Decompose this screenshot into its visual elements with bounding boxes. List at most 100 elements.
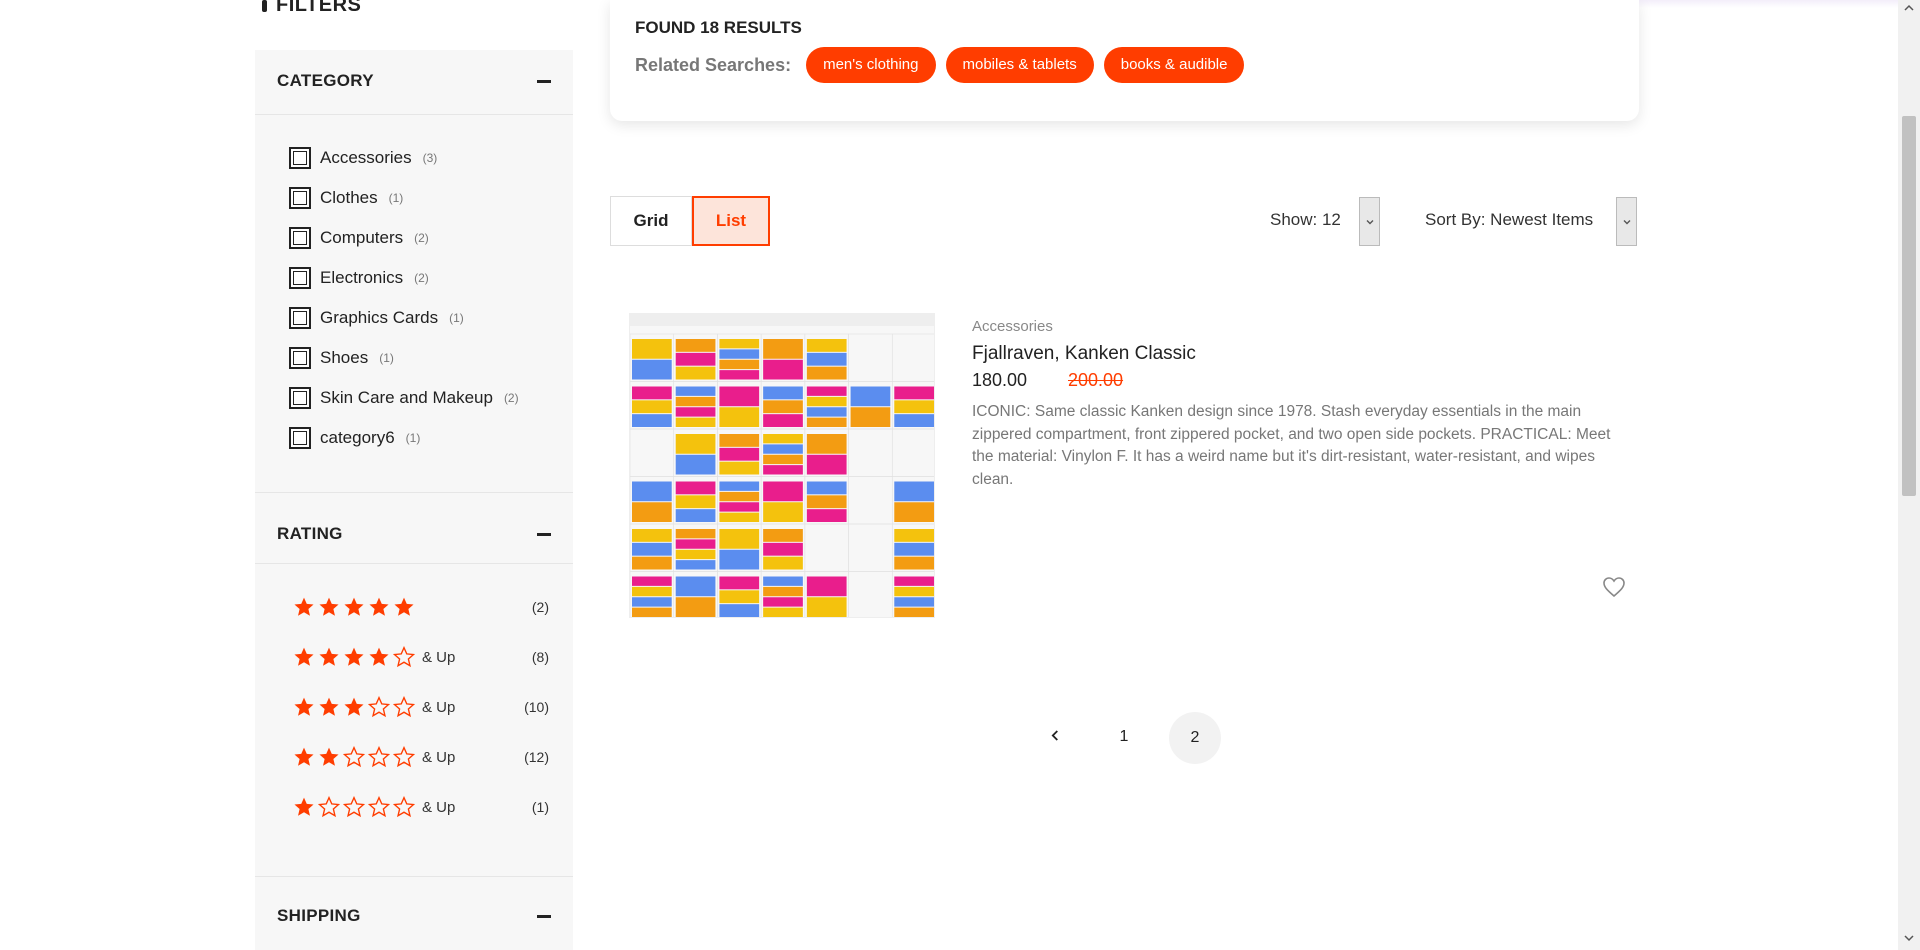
chevron-down-icon[interactable] (1616, 197, 1637, 246)
star-empty-icon (343, 796, 365, 818)
scrollbar[interactable] (1898, 0, 1920, 950)
checkbox[interactable] (289, 387, 311, 409)
calendar-event (806, 597, 847, 617)
category-count: (2) (414, 231, 429, 245)
calendar-event (894, 502, 934, 522)
calendar-event (894, 414, 934, 427)
rating-header[interactable]: RATING (277, 519, 551, 549)
star-filled-icon (293, 596, 315, 618)
star-filled-icon (293, 696, 315, 718)
rating-filter-row[interactable]: (2) (293, 582, 549, 632)
category-filter-item[interactable]: Graphics Cards (1) (289, 298, 519, 338)
category-header[interactable]: CATEGORY (277, 66, 551, 96)
category-filter-item[interactable]: Electronics (2) (289, 258, 519, 298)
category-filter-item[interactable]: Computers (2) (289, 218, 519, 258)
scroll-down-arrow-icon[interactable] (1903, 932, 1915, 944)
rating-count: (12) (524, 749, 549, 765)
checkbox[interactable] (289, 347, 311, 369)
star-filled-icon (293, 796, 315, 818)
collapse-minus-icon[interactable] (537, 914, 551, 918)
related-searches-label: Related Searches: (635, 54, 792, 75)
rating-filter-row[interactable]: & Up (10) (293, 682, 549, 732)
calendar-event (632, 576, 672, 586)
related-tag[interactable]: mobiles & tablets (945, 47, 1094, 83)
related-searches: Related Searches: men's clothing mobiles… (635, 47, 1245, 83)
pagination-page-1-label: 1 (1119, 728, 1129, 745)
category-filter-item[interactable]: Clothes (1) (289, 178, 519, 218)
category-filter-item[interactable]: category6 (1) (289, 418, 519, 458)
heart-icon[interactable] (1602, 576, 1626, 598)
calendar-event (675, 597, 716, 617)
sort-by-select[interactable]: Sort By: Newest Items (1425, 210, 1593, 230)
calendar-event (719, 590, 760, 604)
divider (255, 563, 573, 564)
related-tag[interactable]: books & audible (1103, 47, 1245, 83)
calendar-event (675, 366, 716, 380)
pagination-page-1[interactable]: 1 (1099, 712, 1149, 762)
category-label: Clothes (320, 188, 378, 207)
checkbox[interactable] (289, 227, 311, 249)
category-filter-item[interactable]: Skin Care and Makeup (2) (289, 378, 519, 418)
calendar-event (719, 549, 760, 570)
chevron-down-icon[interactable] (1359, 197, 1380, 246)
list-view-button[interactable]: List (692, 196, 770, 246)
show-count-select[interactable]: Show: 12 (1270, 210, 1341, 230)
related-tag[interactable]: men's clothing (806, 47, 936, 83)
calendar-event (763, 454, 803, 465)
category-label: Accessories (320, 148, 412, 167)
calendar-event (675, 576, 716, 597)
calendar-event (675, 560, 716, 570)
calendar-event (763, 414, 803, 427)
category-count: (1) (388, 191, 404, 205)
category-count: (2) (503, 391, 519, 405)
checkbox[interactable] (289, 147, 311, 169)
scrollbar-thumb[interactable] (1902, 116, 1916, 496)
checkbox[interactable] (289, 427, 311, 449)
rating-filter-row[interactable]: & Up (1) (293, 782, 549, 832)
calendar-event (719, 359, 760, 370)
category-label: Shoes (320, 348, 369, 367)
calendar-event (894, 597, 934, 607)
rating-and-up-label: & Up (422, 748, 456, 766)
calendar-event (719, 447, 760, 461)
shipping-header[interactable]: SHIPPING (277, 901, 551, 931)
calendar-event (806, 481, 847, 495)
calendar-event (719, 370, 760, 380)
calendar-screenshot-image[interactable] (629, 313, 935, 618)
category-filter-item[interactable]: Shoes (1) (289, 338, 519, 378)
checkbox[interactable] (289, 307, 311, 329)
calendar-event (763, 529, 803, 542)
calendar-event (632, 586, 672, 597)
pagination-prev-button[interactable] (1043, 712, 1067, 762)
category-label: Electronics (320, 268, 404, 287)
checkbox[interactable] (289, 187, 311, 209)
calendar-event (675, 539, 716, 549)
pagination-page-2[interactable]: 2 (1169, 712, 1221, 764)
collapse-minus-icon[interactable] (537, 79, 551, 83)
calendar-event (850, 407, 891, 427)
calendar-event (632, 481, 672, 502)
results-summary-card: FOUND 18 RESULTS Related Searches: men's… (610, 0, 1639, 121)
category-title: CATEGORY (277, 71, 374, 90)
star-filled-icon (343, 596, 365, 618)
rating-filter-row[interactable]: & Up (12) (293, 732, 549, 782)
product-category[interactable]: Accessories (972, 318, 1053, 335)
calendar-header (630, 314, 934, 326)
calendar-event (719, 604, 760, 617)
category-count: (1) (379, 351, 394, 365)
scroll-up-arrow-icon[interactable] (1903, 2, 1915, 14)
category-filter-item[interactable]: Accessories (3) (289, 138, 519, 178)
collapse-minus-icon[interactable] (537, 532, 551, 536)
calendar-event (675, 495, 716, 509)
calendar-event (894, 400, 934, 414)
product-title[interactable]: Fjallraven, Kanken Classic (972, 343, 1196, 365)
calendar-event (763, 359, 803, 380)
calendar-event (806, 339, 847, 352)
star-filled-icon (368, 596, 390, 618)
checkbox[interactable] (289, 267, 311, 289)
rating-filter-row[interactable]: & Up (8) (293, 632, 549, 682)
star-rating (293, 646, 415, 668)
star-filled-icon (393, 596, 415, 618)
grid-view-button[interactable]: Grid (610, 196, 692, 246)
view-toggle: Grid List (610, 196, 770, 246)
